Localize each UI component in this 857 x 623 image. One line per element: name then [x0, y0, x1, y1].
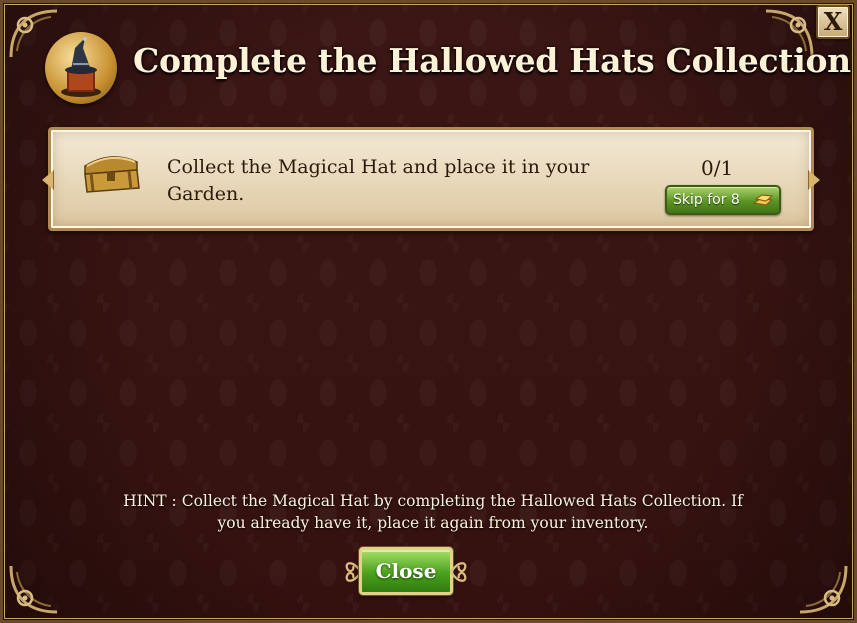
- corner-ornament-icon: [796, 562, 850, 616]
- flourish-icon: [449, 556, 471, 588]
- close-x-button[interactable]: X: [816, 5, 850, 39]
- close-button[interactable]: Close: [359, 547, 453, 595]
- corner-ornament-icon: [7, 562, 61, 616]
- collection-dialog: X Complete the Hallowed Hats Collection …: [0, 0, 857, 623]
- close-button-group: Close: [341, 547, 471, 597]
- skip-label: Skip for 8: [673, 192, 740, 208]
- hint-text: HINT : Collect the Magical Hat by comple…: [123, 492, 743, 532]
- witch-hat-icon: [45, 32, 117, 104]
- skip-button[interactable]: Skip for 8: [665, 185, 781, 215]
- dialog-title: Complete the Hallowed Hats Collection: [133, 41, 851, 80]
- treasure-chest-icon: [79, 148, 143, 196]
- task-card: Collect the Magical Hat and place it in …: [48, 127, 814, 231]
- task-description: Collect the Magical Hat and place it in …: [167, 156, 590, 205]
- gold-bars-icon: [752, 191, 774, 209]
- task-progress: 0/1: [701, 156, 734, 180]
